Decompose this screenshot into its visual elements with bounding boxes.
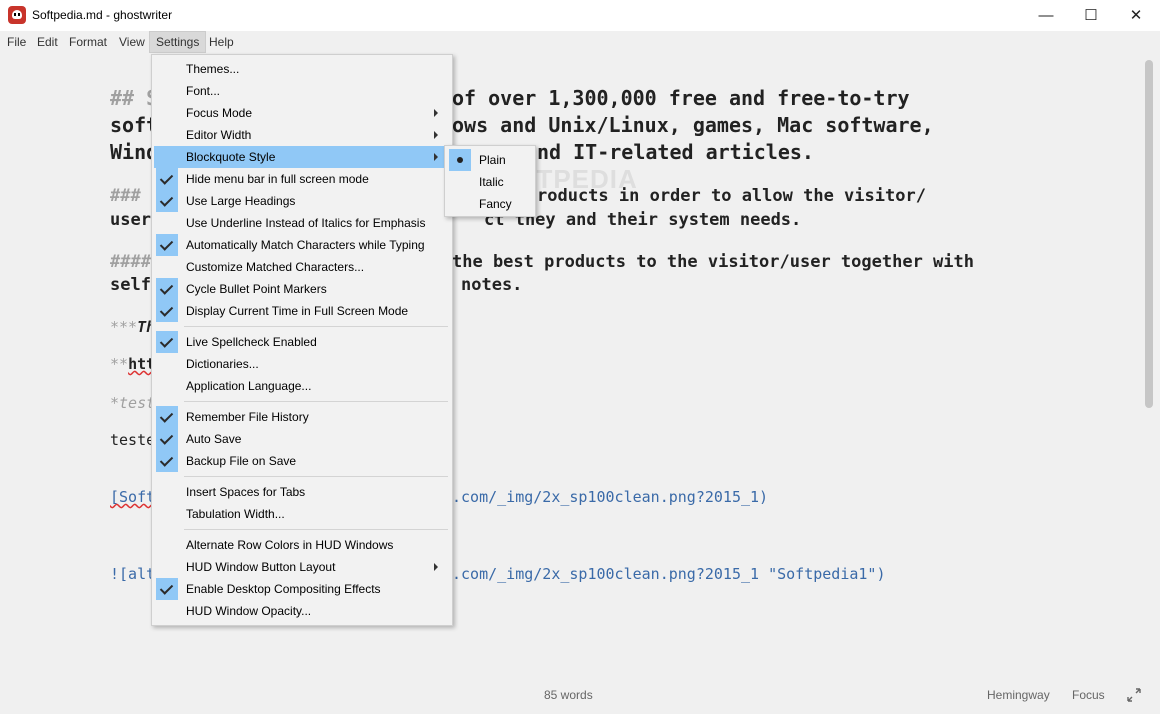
menu-edit[interactable]: Edit xyxy=(31,31,64,53)
editor-line: user xyxy=(110,210,151,230)
close-button[interactable]: ✕ xyxy=(1113,0,1159,31)
checkmark-icon xyxy=(156,406,178,428)
editor-link-line: ![alt xyxy=(110,565,156,583)
menu-item-font[interactable]: Font... xyxy=(154,80,450,102)
menu-item-auto-match[interactable]: Automatically Match Characters while Typ… xyxy=(154,234,450,256)
menu-item-tab-width[interactable]: Tabulation Width... xyxy=(154,503,450,525)
menu-item-customize-matched[interactable]: Customize Matched Characters... xyxy=(154,256,450,278)
menu-settings[interactable]: Settings xyxy=(149,31,207,53)
focus-button[interactable]: Focus xyxy=(1072,688,1105,702)
menu-item-themes[interactable]: Themes... xyxy=(154,58,450,80)
editor-link-line: .com/_img/2x_sp100clean.png?2015_1 "Soft… xyxy=(452,565,886,583)
menu-item-hide-menu-bar[interactable]: Hide menu bar in full screen mode xyxy=(154,168,450,190)
fullscreen-expand-icon[interactable] xyxy=(1127,688,1141,702)
menu-separator xyxy=(184,401,448,402)
menu-item-editor-width[interactable]: Editor Width xyxy=(154,124,450,146)
menu-item-blockquote-style[interactable]: Blockquote Style xyxy=(154,146,450,168)
minimize-button[interactable]: — xyxy=(1023,0,1069,31)
editor-line: ***Th xyxy=(110,318,156,336)
ghostwriter-app-icon xyxy=(8,6,26,24)
menu-item-backup-on-save[interactable]: Backup File on Save xyxy=(154,450,450,472)
checkmark-icon xyxy=(156,234,178,256)
menu-item-large-headings[interactable]: Use Large Headings xyxy=(154,190,450,212)
editor-line: ows and Unix/Linux, games, Mac software, xyxy=(452,113,934,137)
window-title: Softpedia.md - ghostwriter xyxy=(32,8,173,22)
editor-link-line: [Soft xyxy=(110,488,156,506)
menu-item-remember-history[interactable]: Remember File History xyxy=(154,406,450,428)
close-icon: ✕ xyxy=(1129,7,1143,24)
submenu-arrow-icon xyxy=(434,563,438,571)
checkmark-icon xyxy=(156,300,178,322)
editor-line: nd IT-related articles. xyxy=(537,140,814,164)
checkmark-icon xyxy=(156,450,178,472)
menu-item-dictionaries[interactable]: Dictionaries... xyxy=(154,353,450,375)
editor-line: ### xyxy=(110,186,141,206)
editor-line: notes. xyxy=(461,275,523,295)
checkmark-icon xyxy=(156,278,178,300)
menu-item-hud-opacity[interactable]: HUD Window Opacity... xyxy=(154,600,450,622)
word-count: 85 words xyxy=(544,688,593,702)
menu-separator xyxy=(184,476,448,477)
menu-item-auto-save[interactable]: Auto Save xyxy=(154,428,450,450)
hemingway-button[interactable]: Hemingway xyxy=(987,688,1050,702)
menu-help[interactable]: Help xyxy=(203,31,240,53)
maximize-button[interactable]: ☐ xyxy=(1068,0,1114,31)
editor-line: *test xyxy=(110,394,156,412)
menu-item-cycle-bullets[interactable]: Cycle Bullet Point Markers xyxy=(154,278,450,300)
maximize-icon: ☐ xyxy=(1084,7,1098,24)
menu-format[interactable]: Format xyxy=(63,31,113,53)
submenu-arrow-icon xyxy=(434,153,438,161)
submenu-item-italic[interactable]: Italic xyxy=(447,171,533,193)
menu-separator xyxy=(184,529,448,530)
submenu-arrow-icon xyxy=(434,131,438,139)
menu-view[interactable]: View xyxy=(113,31,151,53)
editor-line: teste xyxy=(110,431,156,449)
checkmark-icon xyxy=(156,168,178,190)
checkmark-icon xyxy=(156,428,178,450)
submenu-item-fancy[interactable]: Fancy xyxy=(447,193,533,215)
minimize-icon: — xyxy=(1038,7,1054,24)
submenu-arrow-icon xyxy=(434,109,438,117)
menu-item-focus-mode[interactable]: Focus Mode xyxy=(154,102,450,124)
editor-line: self xyxy=(110,275,151,295)
menu-item-hud-button-layout[interactable]: HUD Window Button Layout xyxy=(154,556,450,578)
editor-line: #### xyxy=(110,252,151,272)
menu-item-live-spellcheck[interactable]: Live Spellcheck Enabled xyxy=(154,331,450,353)
checkmark-icon xyxy=(156,331,178,353)
vertical-scrollbar-thumb[interactable] xyxy=(1145,60,1153,408)
editor-link-line: .com/_img/2x_sp100clean.png?2015_1) xyxy=(452,488,769,506)
title-bar: Softpedia.md - ghostwriter — ☐ ✕ xyxy=(0,0,1160,31)
menu-item-spaces-for-tabs[interactable]: Insert Spaces for Tabs xyxy=(154,481,450,503)
settings-menu: Themes... Font... Focus Mode Editor Widt… xyxy=(151,54,453,626)
submenu-item-plain[interactable]: Plain xyxy=(447,149,533,171)
editor-line: **htt xyxy=(110,355,156,373)
checkmark-icon xyxy=(156,190,178,212)
menu-file[interactable]: File xyxy=(1,31,32,53)
blockquote-style-submenu: Plain Italic Fancy xyxy=(444,145,536,217)
menu-separator xyxy=(184,326,448,327)
radio-dot-icon xyxy=(449,149,471,171)
menu-item-alternate-row-colors[interactable]: Alternate Row Colors in HUD Windows xyxy=(154,534,450,556)
menu-item-underline-emphasis[interactable]: Use Underline Instead of Italics for Emp… xyxy=(154,212,450,234)
editor-line: roducts in order to allow the visitor/ xyxy=(537,186,926,206)
editor-line: of over 1,300,000 free and free-to-try xyxy=(452,86,910,110)
menu-item-desktop-compositing[interactable]: Enable Desktop Compositing Effects xyxy=(154,578,450,600)
editor-line: the best products to the visitor/user to… xyxy=(452,252,974,272)
checkmark-icon xyxy=(156,578,178,600)
menu-bar: File Edit Format View Settings Help xyxy=(0,31,1160,53)
menu-item-display-time[interactable]: Display Current Time in Full Screen Mode xyxy=(154,300,450,322)
menu-item-app-language[interactable]: Application Language... xyxy=(154,375,450,397)
